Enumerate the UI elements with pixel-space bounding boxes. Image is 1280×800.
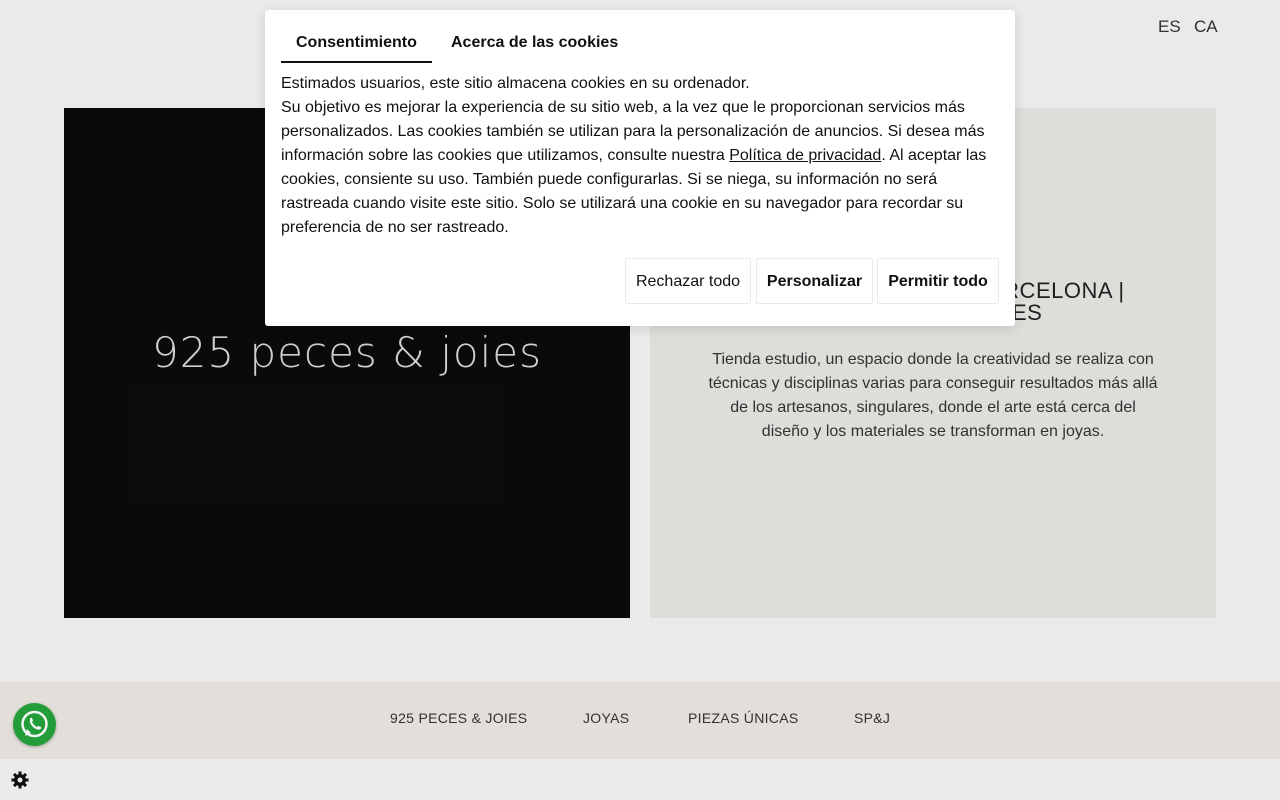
customize-button[interactable]: Personalizar xyxy=(756,258,873,304)
cookie-consent-dialog: Consentimiento Acerca de las cookies Est… xyxy=(265,10,1015,326)
cookie-text-intro: Estimados usuarios, este sitio almacena … xyxy=(281,75,750,92)
tab-consent[interactable]: Consentimiento xyxy=(281,34,432,63)
cookie-consent-text: Estimados usuarios, este sitio almacena … xyxy=(281,72,993,240)
allow-all-button[interactable]: Permitir todo xyxy=(877,258,999,304)
tab-about-cookies[interactable]: Acerca de las cookies xyxy=(436,34,633,61)
privacy-policy-link[interactable]: Política de privacidad xyxy=(729,147,881,164)
cookie-text-details: Su objetivo es mejorar la experiencia de… xyxy=(281,96,993,240)
reject-all-button[interactable]: Rechazar todo xyxy=(625,258,751,304)
